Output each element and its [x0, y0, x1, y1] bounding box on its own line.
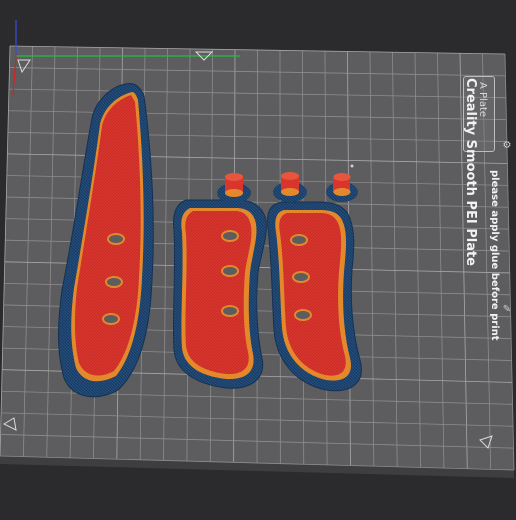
part-handle-left[interactable] — [173, 200, 266, 388]
3d-viewport[interactable]: A Plate Creality Smooth PEI Plate please… — [0, 0, 516, 516]
plate-glue-note: please apply glue before print — [489, 170, 500, 341]
pencil-icon[interactable]: ✎ — [500, 302, 514, 316]
plate-name-label: A Plate — [477, 82, 488, 117]
plate-marker-dot — [351, 165, 354, 168]
build-plate-scene[interactable] — [0, 0, 516, 516]
gear-icon[interactable]: ⚙ — [500, 138, 514, 152]
plate-surface-title: Creality Smooth PEI Plate — [463, 78, 478, 266]
